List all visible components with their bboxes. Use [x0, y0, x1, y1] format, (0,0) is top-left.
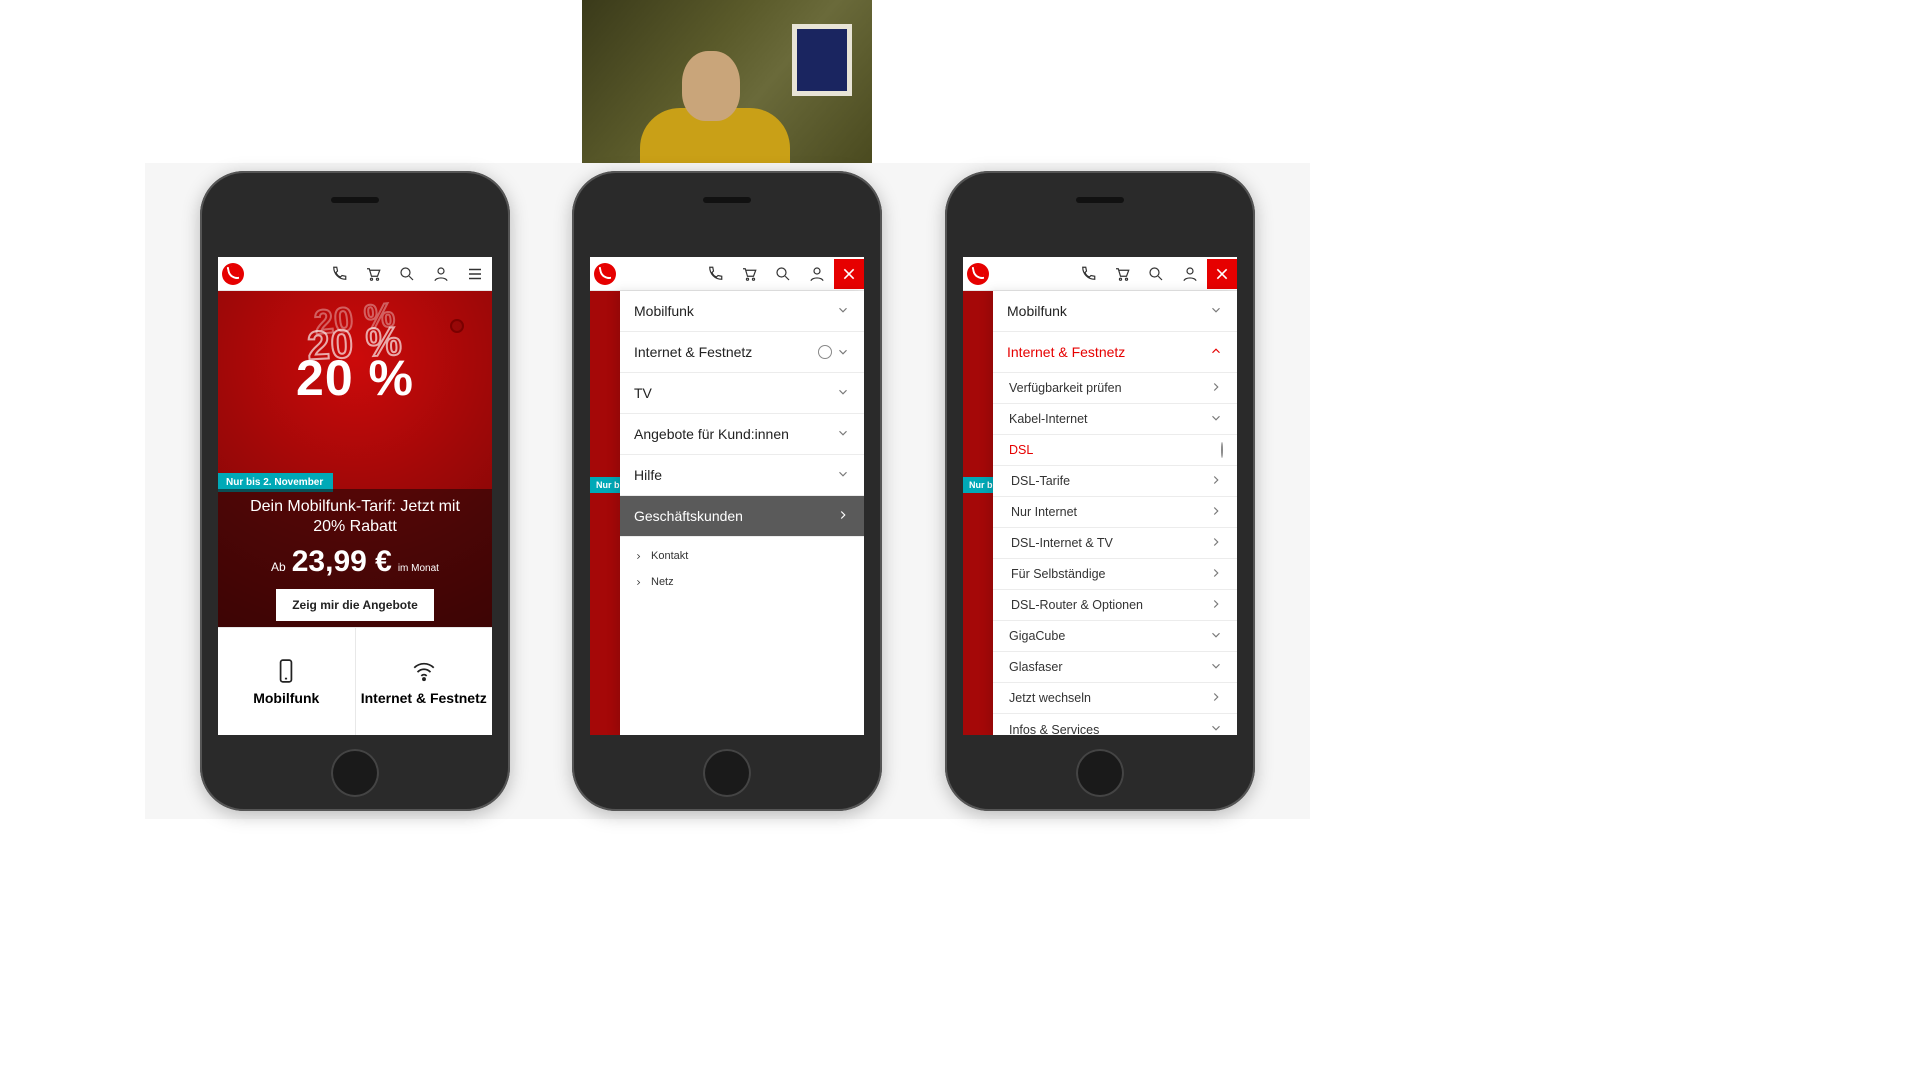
subnav-jetzt-wechseln[interactable]: Jetzt wechseln — [993, 683, 1237, 714]
chevron-down-icon — [836, 345, 850, 359]
chevron-down-icon — [836, 385, 850, 402]
subnav-verfuegbarkeit[interactable]: Verfügbarkeit prüfen — [993, 373, 1237, 404]
cursor-indicator — [1221, 442, 1223, 458]
app-header — [963, 257, 1237, 291]
chevron-right-icon — [1209, 504, 1223, 521]
chevron-down-icon — [1209, 303, 1223, 320]
hero-peek — [590, 291, 620, 735]
chevron-right-icon — [634, 552, 643, 561]
hero-banner: 20 % 20 % 20 % Nur bis 2. November Dein … — [218, 291, 492, 627]
chevron-right-icon — [836, 508, 850, 525]
close-menu-button[interactable] — [834, 259, 864, 289]
subnav-fuer-selbstaendige[interactable]: Für Selbständige — [993, 559, 1237, 590]
cursor-indicator — [818, 345, 832, 359]
hamburger-menu-icon[interactable] — [458, 257, 492, 291]
link-kontakt[interactable]: Kontakt — [634, 543, 850, 569]
hero-peek — [963, 291, 993, 735]
chevron-right-icon — [1209, 535, 1223, 552]
chevron-down-icon — [836, 467, 850, 484]
user-icon[interactable] — [424, 257, 458, 291]
phone-icon[interactable] — [1071, 257, 1105, 291]
nav-item-business[interactable]: Geschäftskunden — [620, 496, 864, 537]
cart-icon[interactable] — [356, 257, 390, 291]
price-row: Ab 23,99 € im Monat — [271, 545, 439, 579]
cart-icon[interactable] — [1105, 257, 1139, 291]
cta-show-offers[interactable]: Zeig mir die Angebote — [276, 589, 434, 621]
phone-icon[interactable] — [698, 257, 732, 291]
nav-drawer-expanded: Mobilfunk Internet & Festnetz Verfügbark… — [993, 291, 1237, 735]
chevron-down-icon — [1209, 411, 1223, 428]
smartphone-icon — [273, 658, 299, 684]
subnav-glasfaser[interactable]: Glasfaser — [993, 652, 1237, 683]
brand-logo[interactable] — [218, 257, 248, 291]
user-icon[interactable] — [800, 257, 834, 291]
nav-drawer: Mobilfunk Internet & Festnetz TV — [620, 291, 864, 735]
subnav-dsl-internet-tv[interactable]: DSL-Internet & TV — [993, 528, 1237, 559]
subnav-dsl-tarife[interactable]: DSL-Tarife — [993, 466, 1237, 497]
chevron-right-icon — [1209, 597, 1223, 614]
tile-mobilfunk[interactable]: Mobilfunk — [218, 628, 355, 735]
hero-title: Dein Mobilfunk-Tarif: Jetzt mit 20% Raba… — [232, 497, 478, 537]
chevron-up-icon — [1209, 344, 1223, 361]
nav-item-mobilfunk[interactable]: Mobilfunk — [993, 291, 1237, 332]
chevron-down-icon — [836, 426, 850, 443]
phone-mockup-menu-level3: Nur b Mobilfunk Internet & Festnetz Verf… — [945, 171, 1255, 811]
chevron-right-icon — [1209, 690, 1223, 707]
comparison-stage: 20 % 20 % 20 % Nur bis 2. November Dein … — [145, 163, 1310, 819]
nav-item-tv[interactable]: TV — [620, 373, 864, 414]
chevron-down-icon — [1209, 659, 1223, 676]
subnav-infos-services[interactable]: Infos & Services — [993, 714, 1237, 735]
cursor-indicator — [450, 319, 464, 333]
app-header — [590, 257, 864, 291]
user-icon[interactable] — [1173, 257, 1207, 291]
phone-mockup-menu-level1: Nur bi Mobilfunk Internet & Festnetz — [572, 171, 882, 811]
subnav-dsl-router-optionen[interactable]: DSL-Router & Optionen — [993, 590, 1237, 621]
screen-home: 20 % 20 % 20 % Nur bis 2. November Dein … — [218, 257, 492, 735]
nav-item-angebote[interactable]: Angebote für Kund:innen — [620, 414, 864, 455]
subnav-kabel-internet[interactable]: Kabel-Internet — [993, 404, 1237, 435]
category-tiles: Mobilfunk Internet & Festnetz — [218, 627, 492, 735]
chevron-down-icon — [1209, 721, 1223, 735]
brand-logo[interactable] — [590, 257, 620, 291]
chevron-right-icon — [1209, 380, 1223, 397]
screen-menu-l3: Nur b Mobilfunk Internet & Festnetz Verf… — [963, 257, 1237, 735]
link-netz[interactable]: Netz — [634, 569, 850, 595]
background-painting — [792, 24, 852, 96]
subnav-dsl[interactable]: DSL — [993, 435, 1237, 466]
cart-icon[interactable] — [732, 257, 766, 291]
chevron-down-icon — [836, 303, 850, 320]
presenter — [632, 43, 792, 163]
price-value: 23,99 € — [292, 545, 392, 579]
nav-item-internet-festnetz[interactable]: Internet & Festnetz — [620, 332, 864, 373]
nav-item-mobilfunk[interactable]: Mobilfunk — [620, 291, 864, 332]
phone-mockup-home: 20 % 20 % 20 % Nur bis 2. November Dein … — [200, 171, 510, 811]
close-menu-button[interactable] — [1207, 259, 1237, 289]
chevron-right-icon — [1209, 566, 1223, 583]
secondary-links: Kontakt Netz — [620, 537, 864, 601]
chevron-down-icon — [1209, 628, 1223, 645]
brand-logo[interactable] — [963, 257, 993, 291]
presenter-webcam — [582, 0, 872, 163]
search-icon[interactable] — [766, 257, 800, 291]
search-icon[interactable] — [1139, 257, 1173, 291]
chevron-right-icon — [634, 578, 643, 587]
tile-internet-festnetz[interactable]: Internet & Festnetz — [355, 628, 493, 735]
subnav-nur-internet[interactable]: Nur Internet — [993, 497, 1237, 528]
chevron-right-icon — [1209, 473, 1223, 490]
search-icon[interactable] — [390, 257, 424, 291]
wifi-icon — [411, 658, 437, 684]
nav-item-hilfe[interactable]: Hilfe — [620, 455, 864, 496]
app-header — [218, 257, 492, 291]
nav-item-internet-festnetz[interactable]: Internet & Festnetz — [993, 332, 1237, 373]
subnav-gigacube[interactable]: GigaCube — [993, 621, 1237, 652]
phone-icon[interactable] — [322, 257, 356, 291]
discount-graphic: 20 % 20 % 20 % — [296, 303, 414, 403]
screen-menu-l1: Nur bi Mobilfunk Internet & Festnetz — [590, 257, 864, 735]
